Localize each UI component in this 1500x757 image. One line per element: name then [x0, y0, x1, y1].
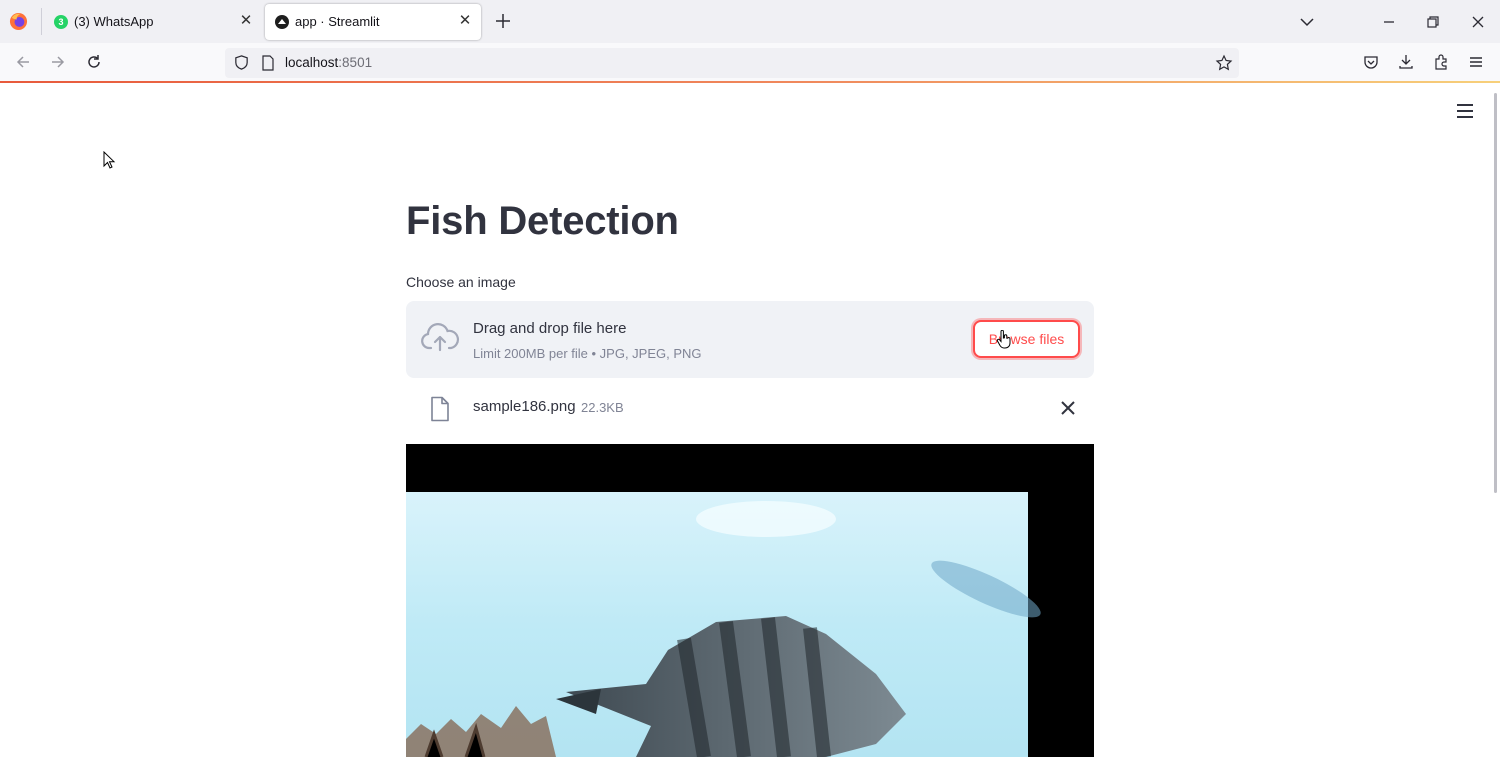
scrollbar[interactable] [1494, 93, 1497, 493]
whatsapp-icon: 3 [54, 15, 68, 29]
shield-icon[interactable] [233, 54, 250, 71]
tab-separator [41, 8, 42, 35]
minimize-icon[interactable] [1379, 12, 1399, 32]
dropzone-instructions: Drag and drop file here [473, 320, 627, 337]
tab-streamlit[interactable]: app · Streamlit ✕ [265, 4, 481, 40]
file-icon [431, 396, 449, 422]
fish-image [406, 444, 1094, 757]
download-icon[interactable] [1397, 53, 1415, 71]
chevron-down-icon[interactable] [1297, 12, 1317, 32]
star-icon[interactable] [1215, 54, 1233, 72]
streamlit-icon [275, 15, 289, 29]
uploaded-image-preview [406, 444, 1094, 757]
tab-label: (3) WhatsApp [74, 14, 154, 29]
streamlit-page: Fish Detection Choose an image Drag and … [0, 83, 1500, 757]
tab-bar: 3 (3) WhatsApp ✕ app · Streamlit ✕ [0, 0, 1500, 43]
url-text[interactable]: localhost:8501 [285, 55, 372, 70]
restore-icon[interactable] [1423, 12, 1443, 32]
tab-label: app · Streamlit [295, 14, 380, 29]
menu-icon[interactable] [1467, 53, 1485, 71]
uploader-label: Choose an image [406, 274, 516, 290]
forward-icon[interactable] [49, 53, 67, 71]
close-icon[interactable] [1058, 398, 1078, 418]
close-icon[interactable]: ✕ [238, 13, 254, 29]
hand-pointer-icon [996, 330, 1011, 349]
extensions-icon[interactable] [1432, 53, 1450, 71]
uploaded-file-name: sample186.png [473, 398, 576, 415]
url-bar[interactable]: localhost:8501 [225, 48, 1239, 78]
uploaded-file-row: sample186.png 22.3KB [406, 388, 1094, 428]
close-icon[interactable]: ✕ [457, 13, 473, 29]
navigation-bar: localhost:8501 [0, 43, 1500, 82]
back-icon[interactable] [14, 53, 32, 71]
app-menu-icon[interactable] [1456, 103, 1474, 119]
uploaded-file-size: 22.3KB [581, 400, 624, 415]
pocket-icon[interactable] [1362, 53, 1380, 71]
page-icon[interactable] [261, 55, 275, 71]
reload-icon[interactable] [85, 53, 103, 71]
file-dropzone[interactable]: Drag and drop file here Limit 200MB per … [406, 301, 1094, 378]
mouse-pointer-icon [103, 151, 116, 169]
firefox-icon[interactable] [9, 12, 28, 31]
browse-files-button[interactable]: Browse files [973, 320, 1080, 358]
plus-icon[interactable] [493, 11, 513, 31]
dropzone-limit-text: Limit 200MB per file • JPG, JPEG, PNG [473, 346, 702, 361]
cloud-upload-icon [421, 323, 460, 352]
close-window-icon[interactable] [1468, 12, 1488, 32]
page-title: Fish Detection [406, 199, 679, 243]
tab-whatsapp[interactable]: 3 (3) WhatsApp ✕ [44, 4, 262, 40]
